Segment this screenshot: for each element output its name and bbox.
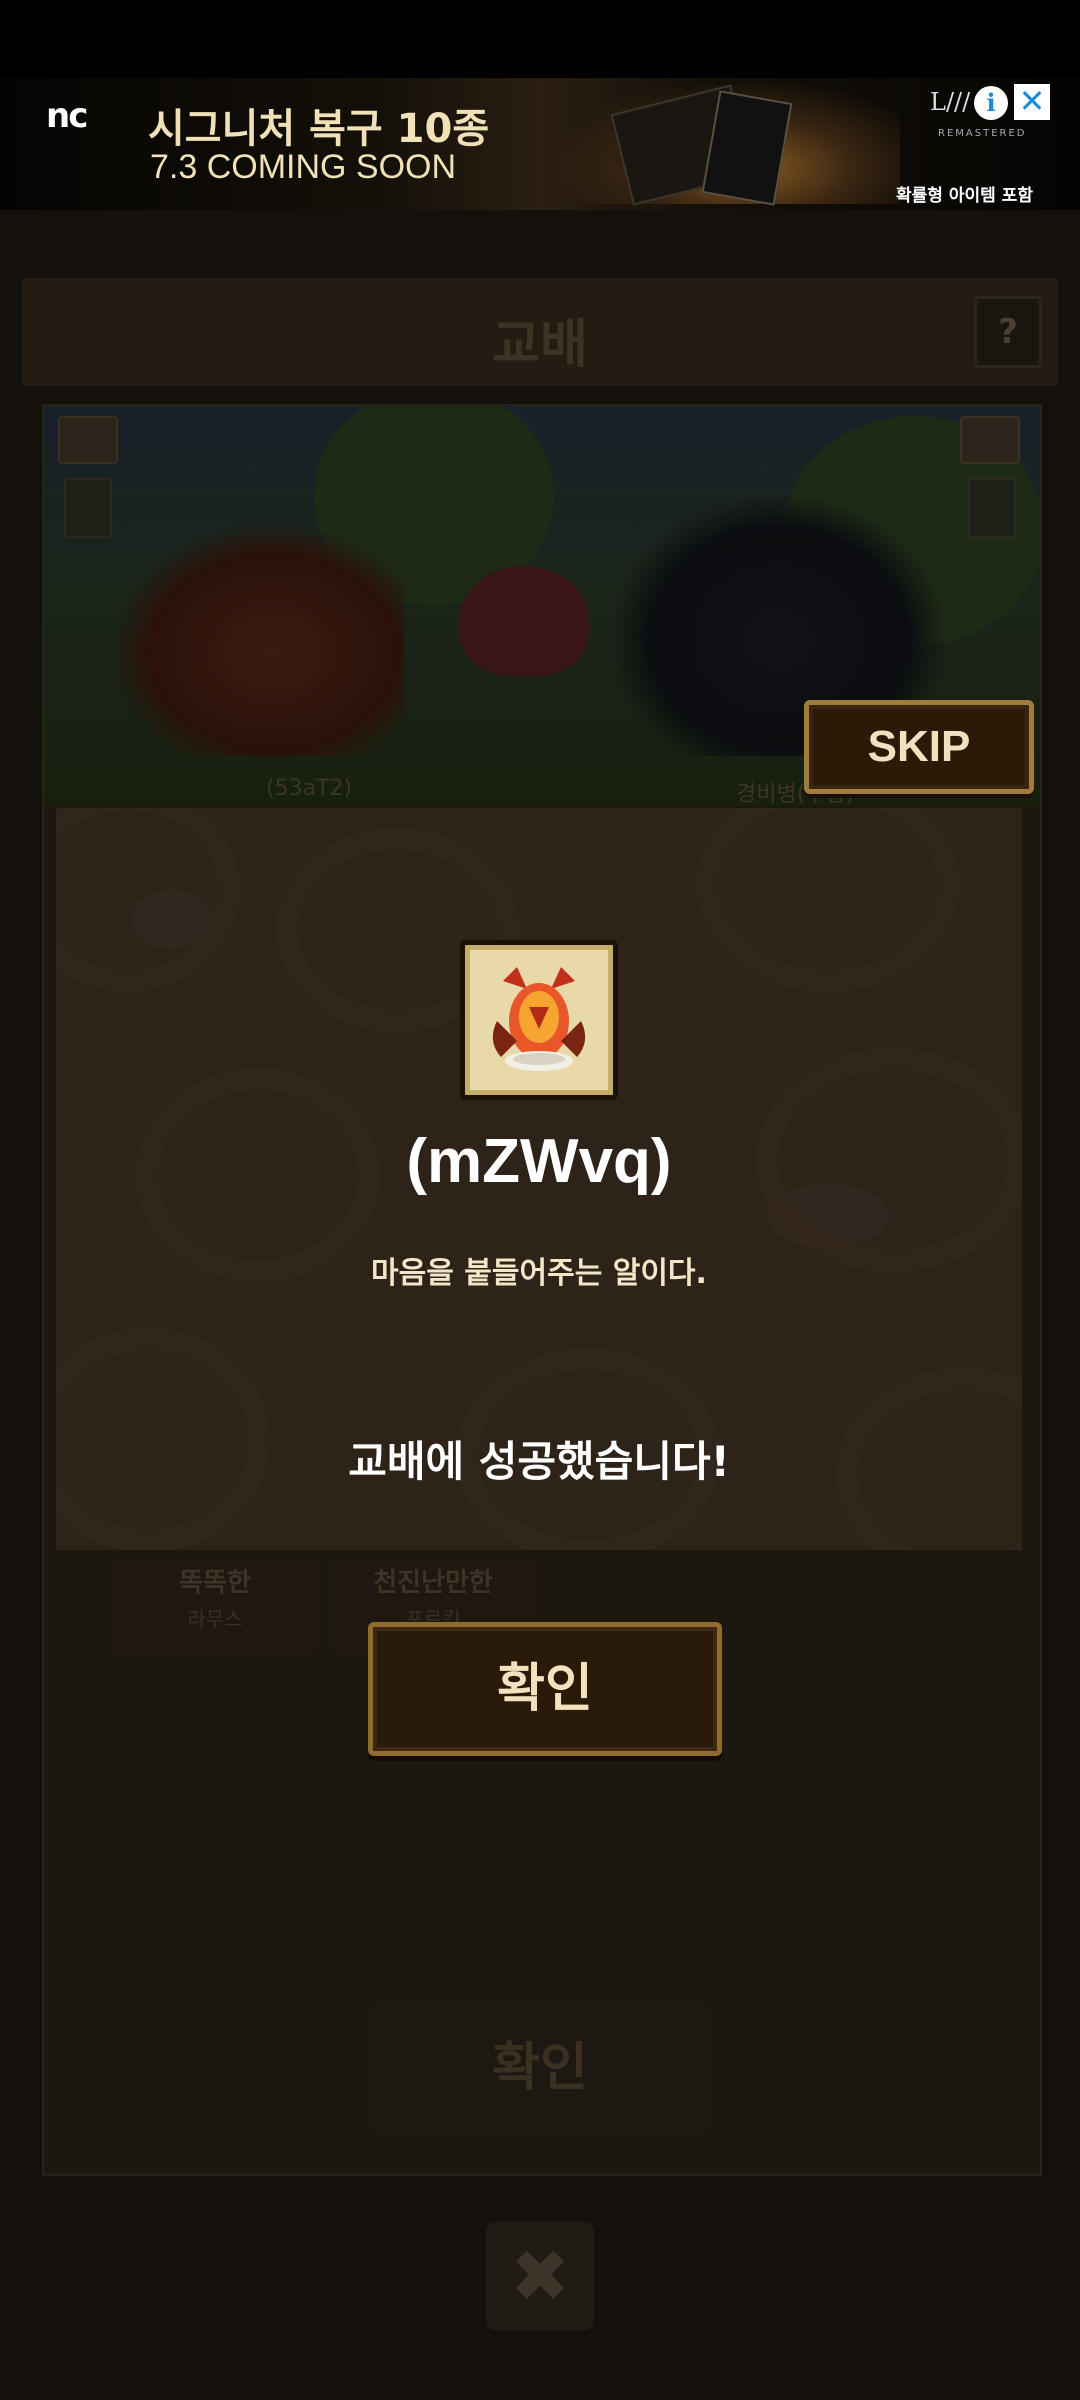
item-description: 마음을 붙들어주는 알이다. (371, 1256, 707, 1291)
ad-headline: 시그니처 복구 10종 (148, 106, 490, 152)
option-title: 천진난만한 (373, 1568, 493, 1598)
help-button[interactable]: ? (974, 296, 1042, 368)
background-pattern (696, 808, 960, 992)
ad-close-icon[interactable]: ✕ (1014, 84, 1050, 120)
heart-icon (459, 566, 589, 676)
right-info-icon[interactable] (968, 478, 1016, 538)
skip-button[interactable]: SKIP (804, 700, 1034, 794)
page-title: 교배 (492, 315, 588, 375)
ad-disclaimer: 확률형 아이템 포함 (896, 186, 1033, 206)
left-status-icon (58, 416, 118, 464)
option-title: 똑똑한 (179, 1568, 251, 1598)
ad-nc-logo: nc (46, 96, 88, 136)
title-bar: 교배 ? (22, 278, 1058, 386)
status-bar (0, 0, 1080, 78)
dragon-egg-icon (492, 967, 586, 1071)
option-subtitle: 라무스 (187, 1607, 243, 1631)
background-pattern (56, 808, 240, 992)
left-creature-name: (53aT2) (266, 776, 353, 801)
background-confirm-button: 확인 (368, 2002, 712, 2134)
item-name: (mZWvq) (406, 1127, 672, 1196)
red-dragon-creature (114, 526, 404, 756)
right-status-icon (960, 416, 1020, 464)
ad-brand-sub: REMASTERED (938, 128, 1027, 139)
confirm-button[interactable]: 확인 (368, 1622, 722, 1756)
result-message: 교배에 성공했습니다! (348, 1437, 730, 1486)
close-button[interactable]: ✖ (486, 2222, 594, 2330)
left-info-icon[interactable] (64, 478, 112, 538)
option-card[interactable]: 똑똑한 라무스 (112, 1556, 318, 1656)
ad-info-icon[interactable]: i (974, 86, 1008, 120)
result-popup: (mZWvq) 마음을 붙들어주는 알이다. 교배에 성공했습니다! (56, 808, 1022, 1550)
ad-banner[interactable]: nc 시그니처 복구 10종 7.3 COMING SOON L/// REMA… (0, 78, 1080, 210)
ad-subline: 7.3 COMING SOON (150, 148, 457, 186)
ad-brand-logo: L/// (930, 88, 971, 116)
item-frame (460, 940, 618, 1100)
